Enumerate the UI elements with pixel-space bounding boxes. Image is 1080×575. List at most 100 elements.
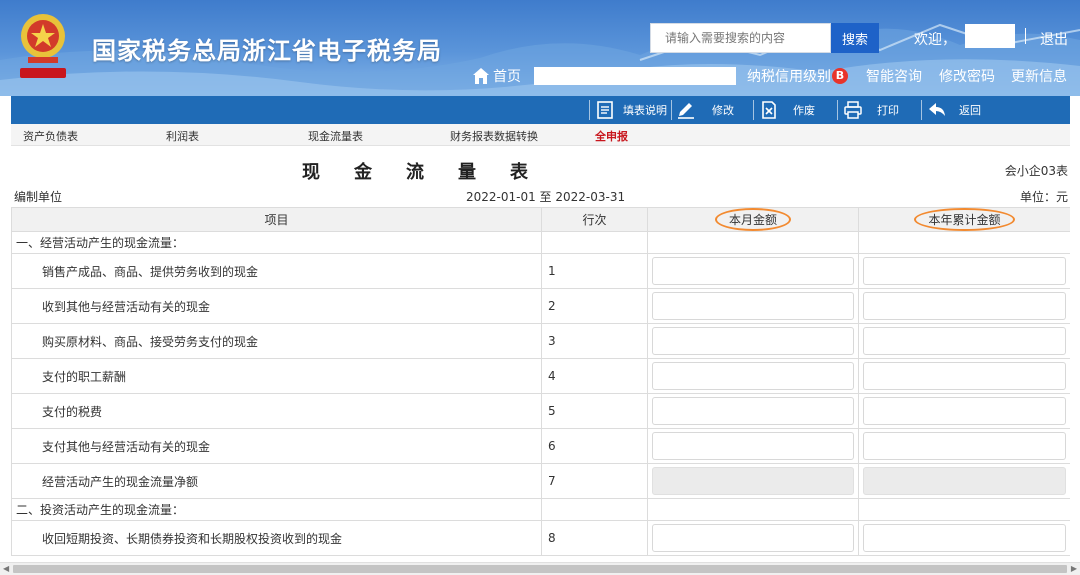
logout-link[interactable]: 退出 [1040, 29, 1068, 49]
month-amount-input[interactable] [652, 362, 854, 390]
toolbar-divider [671, 100, 672, 120]
month-amount-cell [647, 253, 859, 289]
credit-grade-badge: B [832, 68, 848, 84]
month-amount-input[interactable] [652, 524, 854, 552]
header-ytd-amount-label: 本年累计金额 [914, 208, 1015, 231]
scroll-right-icon[interactable]: ▶ [1071, 564, 1077, 573]
cash-flow-table: 项目 行次 本月金额 本年累计金额 一、经营活动产生的现金流量： 销售产成品、商品… [11, 207, 1070, 556]
home-icon [473, 68, 489, 84]
toolbar-divider [921, 100, 922, 120]
table-row: 收到其他与经营活动有关的现金 2 [11, 288, 1070, 324]
month-amount-input[interactable] [652, 397, 854, 425]
line-item-label: 支付的税费 [11, 393, 542, 429]
header-ytd-amount: 本年累计金额 [858, 207, 1070, 232]
month-amount-cell [647, 393, 859, 429]
month-amount-input[interactable] [652, 257, 854, 285]
line-number: 1 [541, 253, 648, 289]
toolbar-divider [753, 100, 754, 120]
change-password-link[interactable]: 修改密码 [939, 66, 995, 86]
month-amount-cell [647, 323, 859, 359]
cash-flow-table-container: 项目 行次 本月金额 本年累计金额 一、经营活动产生的现金流量： 销售产成品、商品… [11, 207, 1070, 560]
tab-data-conversion[interactable]: 财务报表数据转换 [450, 128, 538, 144]
line-item-label: 收回短期投资、长期债券投资和长期股权投资收到的现金 [11, 520, 542, 556]
month-amount-input[interactable] [652, 432, 854, 460]
line-item-label: 购买原材料、商品、接受劳务支付的现金 [11, 323, 542, 359]
header-line-no: 行次 [541, 207, 648, 232]
ytd-amount-input[interactable] [863, 432, 1066, 460]
section-label: 二、投资活动产生的现金流量： [11, 498, 542, 521]
line-number: 5 [541, 393, 648, 429]
table-row: 销售产成品、商品、提供劳务收到的现金 1 [11, 253, 1070, 289]
empty-cell [541, 498, 648, 521]
month-amount-input[interactable] [652, 327, 854, 355]
header-month-amount: 本月金额 [647, 207, 859, 232]
table-header-row: 项目 行次 本月金额 本年累计金额 [11, 207, 1070, 232]
pencil-icon [678, 103, 694, 119]
username-redacted [965, 24, 1015, 48]
currency-unit: 单位：元 [1019, 190, 1068, 204]
home-link[interactable]: 首页 [472, 66, 521, 86]
action-toolbar: 填表说明 修改 作废 打印 返回 [11, 96, 1070, 124]
smart-consult-link[interactable]: 智能咨询 [866, 66, 922, 86]
section-label: 一、经营活动产生的现金流量： [11, 231, 542, 254]
tab-income-statement[interactable]: 利润表 [166, 128, 199, 144]
site-title: 国家税务总局浙江省电子税务局 [92, 37, 442, 65]
ytd-amount-cell [858, 288, 1070, 324]
tab-balance-sheet[interactable]: 资产负债表 [23, 128, 78, 144]
welcome-text: 欢迎， [914, 32, 956, 48]
table-row: 支付的职工薪酬 4 [11, 358, 1070, 394]
toolbar-divider [589, 100, 590, 120]
header-item: 项目 [11, 207, 542, 232]
table-row: 经营活动产生的现金流量净额 7 [11, 463, 1070, 499]
tax-emblem-logo [20, 14, 66, 78]
month-amount-cell [647, 520, 859, 556]
line-item-label: 支付其他与经营活动有关的现金 [11, 428, 542, 464]
ytd-amount-input [863, 467, 1066, 495]
ytd-amount-input[interactable] [863, 524, 1066, 552]
fill-guide-button[interactable]: 填表说明 [595, 96, 667, 124]
month-amount-cell [647, 463, 859, 499]
credit-rating-label: 纳税信用级别 [747, 69, 831, 85]
ytd-amount-input[interactable] [863, 327, 1066, 355]
toolbar-divider [837, 100, 838, 120]
month-amount-cell [647, 358, 859, 394]
line-item-label: 经营活动产生的现金流量净额 [11, 463, 542, 499]
report-tabs: 资产负债表 利润表 现金流量表 财务报表数据转换 全申报 [11, 124, 1070, 146]
search-input[interactable] [650, 23, 831, 53]
update-info-link[interactable]: 更新信息 [1011, 66, 1067, 86]
ytd-amount-cell [858, 393, 1070, 429]
edit-label: 修改 [712, 104, 734, 117]
print-button[interactable]: 打印 [843, 96, 899, 124]
ytd-amount-input[interactable] [863, 362, 1066, 390]
empty-cell [858, 498, 1070, 521]
back-button[interactable]: 返回 [927, 96, 981, 124]
report-title: 现金流量表 [302, 162, 562, 183]
month-amount-input[interactable] [652, 292, 854, 320]
tab-cash-flow[interactable]: 现金流量表 [308, 128, 363, 144]
table-row: 收回短期投资、长期债券投资和长期股权投资收到的现金 8 [11, 520, 1070, 556]
month-amount-input [652, 467, 854, 495]
void-label: 作废 [793, 104, 815, 117]
table-row: 支付其他与经营活动有关的现金 6 [11, 428, 1070, 464]
ytd-amount-input[interactable] [863, 257, 1066, 285]
line-number: 3 [541, 323, 648, 359]
fill-guide-label: 填表说明 [623, 104, 667, 117]
search-button[interactable]: 搜索 [831, 23, 879, 53]
line-number: 4 [541, 358, 648, 394]
compiler-label: 编制单位 [14, 190, 63, 204]
site-header: 国家税务总局浙江省电子税务局 搜索 欢迎， 退出 首页 纳税信用级别 B 智能咨… [0, 0, 1080, 96]
ytd-amount-cell [858, 253, 1070, 289]
void-document-icon [762, 101, 776, 119]
void-button[interactable]: 作废 [759, 96, 815, 124]
tab-full-declaration[interactable]: 全申报 [595, 128, 628, 144]
ytd-amount-input[interactable] [863, 397, 1066, 425]
credit-rating-link[interactable]: 纳税信用级别 B [747, 66, 848, 86]
document-icon [597, 101, 613, 119]
edit-button[interactable]: 修改 [676, 96, 734, 124]
line-number: 6 [541, 428, 648, 464]
horizontal-scrollbar[interactable]: ◀ ▶ [0, 562, 1080, 575]
ytd-amount-input[interactable] [863, 292, 1066, 320]
line-number: 2 [541, 288, 648, 324]
scrollbar-thumb[interactable] [13, 565, 1067, 573]
scroll-left-icon[interactable]: ◀ [3, 564, 9, 573]
